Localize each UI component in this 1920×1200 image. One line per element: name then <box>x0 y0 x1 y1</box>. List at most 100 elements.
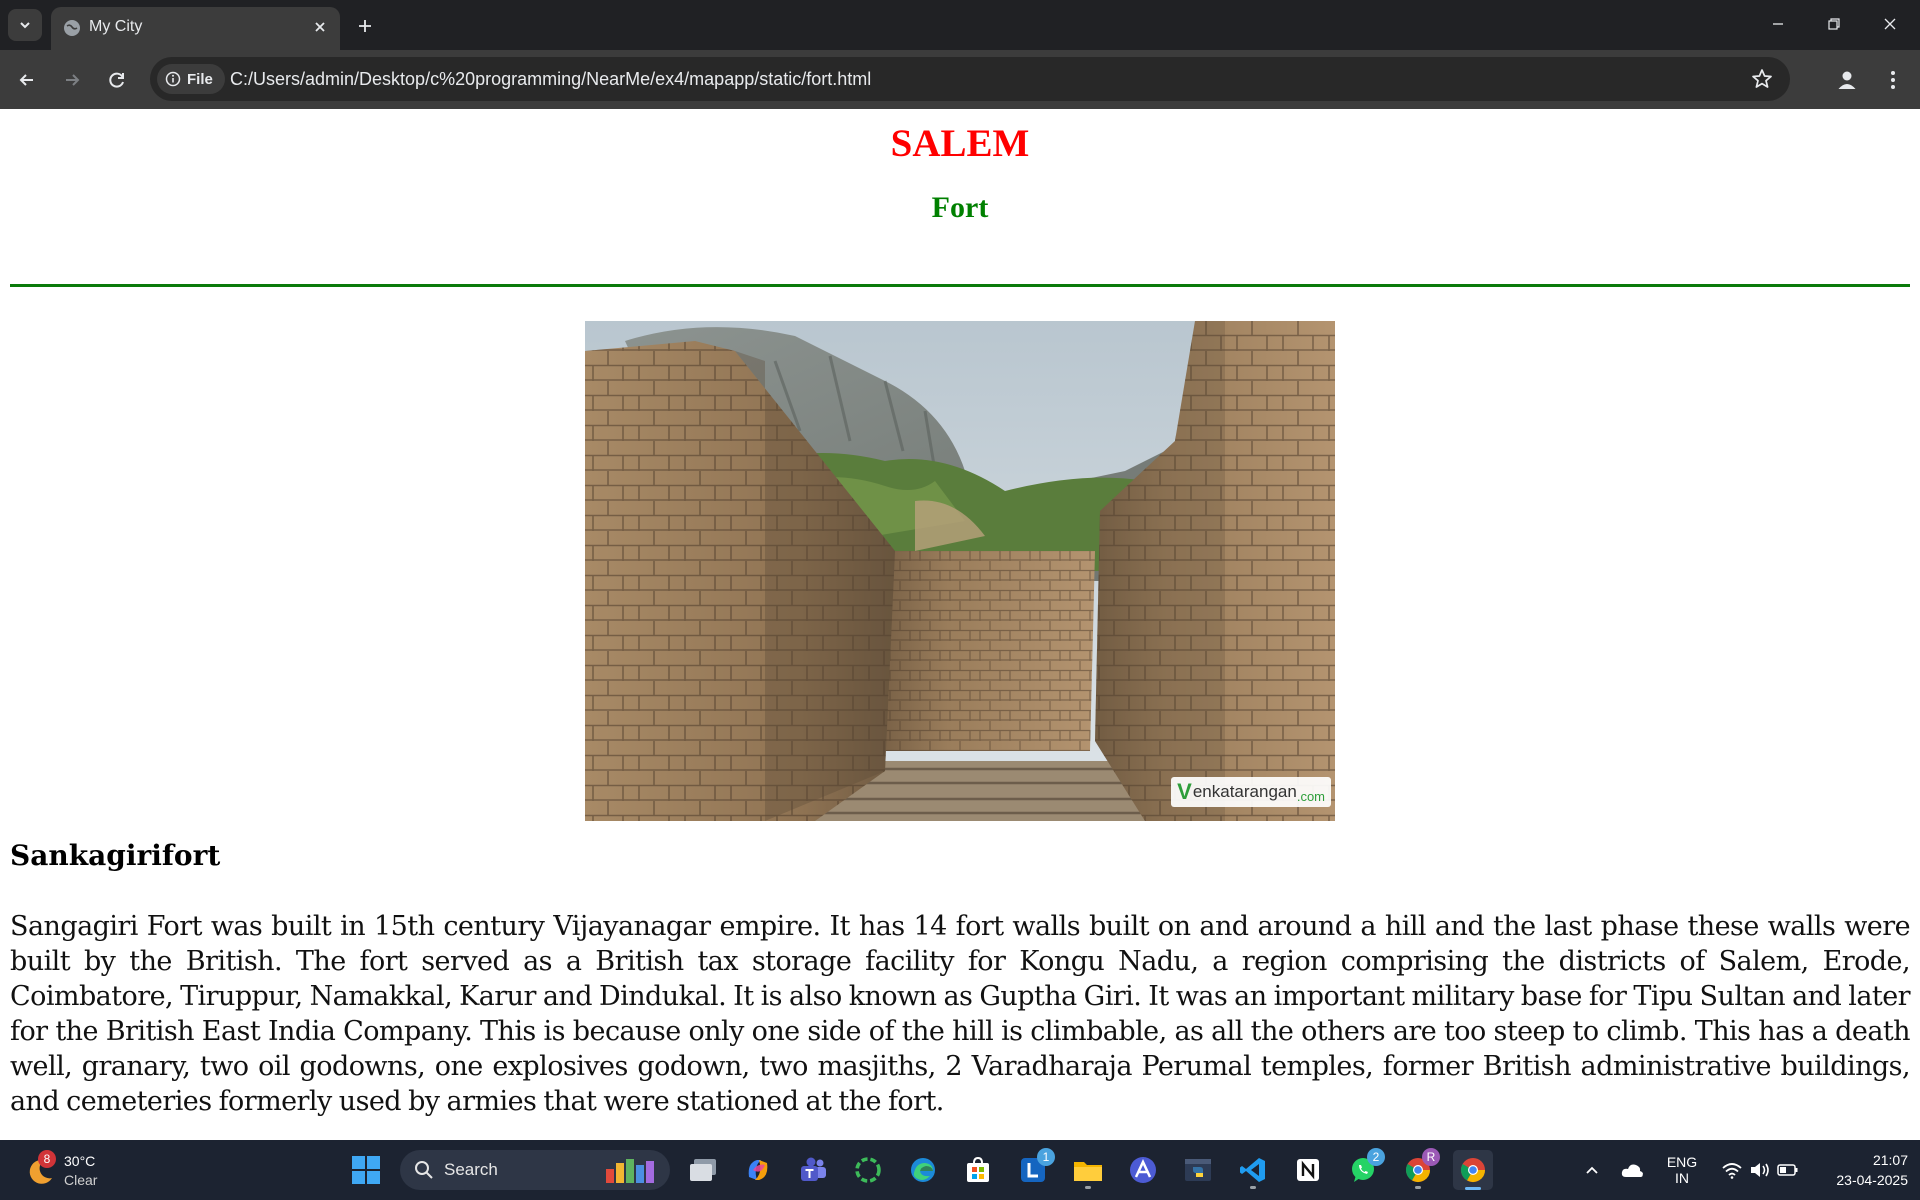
active-app-indicator <box>1465 1187 1481 1190</box>
browser-tab-strip: My City <box>0 0 1920 50</box>
reload-button[interactable] <box>101 64 133 96</box>
watermark-logo-letter: V <box>1177 779 1192 804</box>
edge-browser-icon <box>911 1158 935 1182</box>
taskbar-arc-app[interactable] <box>1123 1150 1163 1190</box>
forward-button[interactable] <box>56 64 88 96</box>
cloud-icon <box>1621 1164 1643 1177</box>
person-icon <box>1838 71 1856 89</box>
running-indicator <box>1085 1186 1091 1189</box>
language-code: ENG <box>1666 1154 1698 1170</box>
taskbar-chrome-active[interactable] <box>1453 1150 1493 1190</box>
image-watermark: V enkatarangan .com <box>1171 777 1331 807</box>
taskbar-chrome-profile[interactable]: R <box>1398 1148 1440 1190</box>
browser-tab-active[interactable]: My City <box>51 7 340 50</box>
search-label: Search <box>444 1160 498 1179</box>
weather-widget[interactable]: 8 30°C Clear <box>20 1148 110 1192</box>
tab-search-button[interactable] <box>8 9 42 41</box>
address-bar[interactable]: File C:/Users/admin/Desktop/c%20programm… <box>150 57 1790 101</box>
chevron-up-icon <box>1586 1166 1598 1174</box>
more-vertical-icon <box>1891 71 1895 89</box>
restore-button[interactable] <box>1814 8 1854 40</box>
chrome-profile-badge: R <box>1422 1148 1440 1166</box>
taskbar-teams[interactable] <box>793 1150 833 1190</box>
notion-icon <box>1297 1159 1319 1181</box>
taskbar-python-app[interactable] <box>1178 1150 1218 1190</box>
taskbar-clock[interactable]: 21:07 23-04-2025 <box>1808 1150 1908 1190</box>
tray-onedrive[interactable] <box>1614 1150 1650 1190</box>
watermark-text: enkatarangan <box>1192 782 1297 801</box>
wifi-icon <box>1722 1163 1742 1179</box>
weather-temperature: 30°C <box>64 1153 96 1169</box>
lens-app-badge: 1 <box>1037 1148 1055 1166</box>
horizontal-rule <box>10 284 1910 287</box>
browser-menu-button[interactable] <box>1876 63 1910 97</box>
place-title: Fort <box>931 191 989 224</box>
windows-logo-icon <box>352 1156 380 1184</box>
close-tab-icon[interactable] <box>312 19 328 35</box>
back-button[interactable] <box>11 64 43 96</box>
minimize-icon <box>1773 23 1783 25</box>
new-tab-button[interactable] <box>352 13 378 39</box>
weather-condition: Clear <box>64 1172 98 1188</box>
profile-button[interactable] <box>1830 63 1864 97</box>
chrome-icon <box>1460 1158 1485 1183</box>
search-icon <box>415 1161 433 1179</box>
taskbar-sync-app[interactable] <box>848 1150 888 1190</box>
taskbar-store[interactable] <box>958 1150 998 1190</box>
web-page: SALEM Fort V enkatarangan .com Sankagiri… <box>0 109 1920 1140</box>
folder-icon <box>1074 1162 1102 1181</box>
fort-photo: V enkatarangan .com <box>585 321 1335 821</box>
taskbar-lens-app[interactable]: 1 <box>1013 1148 1055 1190</box>
taskbar-whatsapp[interactable]: 2 <box>1343 1148 1385 1190</box>
triangle-app-icon <box>1130 1157 1156 1183</box>
taskbar-edge[interactable] <box>903 1150 943 1190</box>
description-paragraph: Sangagiri Fort was built in 15th century… <box>10 911 1911 1117</box>
whatsapp-badge: 2 <box>1367 1148 1385 1166</box>
watermark-suffix: .com <box>1296 789 1325 804</box>
site-info-chip[interactable]: File <box>157 64 225 94</box>
taskbar-task-view[interactable] <box>683 1150 723 1190</box>
tray-language[interactable]: ENG IN <box>1660 1150 1704 1190</box>
language-region: IN <box>1675 1170 1689 1186</box>
weather-alert-badge: 8 <box>38 1150 56 1168</box>
clock-date: 23-04-2025 <box>1836 1172 1908 1188</box>
site-info-label: File <box>187 70 213 88</box>
clock-time: 21:07 <box>1872 1152 1908 1168</box>
close-icon <box>1884 18 1896 30</box>
books-highlight-icon <box>606 1159 654 1183</box>
minimize-button[interactable] <box>1758 8 1798 40</box>
circular-sync-icon <box>855 1157 881 1183</box>
tray-quick-settings[interactable] <box>1714 1150 1806 1190</box>
store-bag-icon <box>967 1156 989 1182</box>
taskbar-file-explorer[interactable] <box>1068 1150 1108 1190</box>
arrow-right-icon <box>66 74 80 86</box>
taskbar-vscode[interactable] <box>1233 1150 1273 1190</box>
tray-overflow-button[interactable] <box>1574 1150 1610 1190</box>
info-icon <box>165 71 181 87</box>
city-title: SALEM <box>890 122 1030 165</box>
plus-icon <box>359 20 371 32</box>
close-window-button[interactable] <box>1870 8 1910 40</box>
teams-icon <box>801 1157 826 1181</box>
volume-icon <box>1751 1163 1769 1177</box>
arrow-left-icon <box>19 74 33 86</box>
taskbar-search[interactable]: Search <box>400 1150 670 1190</box>
copilot-icon <box>748 1160 768 1180</box>
taskbar-notion[interactable] <box>1288 1150 1328 1190</box>
battery-icon <box>1777 1164 1798 1176</box>
python-window-icon <box>1185 1159 1211 1181</box>
start-button[interactable] <box>346 1150 386 1190</box>
url-text[interactable]: C:/Users/admin/Desktop/c%20programming/N… <box>230 69 871 90</box>
vscode-icon <box>1240 1158 1265 1182</box>
chevron-down-icon <box>20 22 30 29</box>
reload-icon <box>109 72 124 88</box>
running-indicator <box>1415 1186 1421 1189</box>
taskbar: 8 30°C Clear Search 1 2 R ENG IN 21:07 2… <box>0 1140 1920 1200</box>
globe-icon <box>64 20 80 36</box>
browser-toolbar: File C:/Users/admin/Desktop/c%20programm… <box>0 50 1920 109</box>
restore-icon <box>1828 18 1840 30</box>
bookmark-star-icon[interactable] <box>1750 67 1774 91</box>
taskbar-copilot[interactable] <box>738 1150 778 1190</box>
running-indicator <box>1250 1186 1256 1189</box>
section-heading: Sankagirifort <box>10 839 221 872</box>
